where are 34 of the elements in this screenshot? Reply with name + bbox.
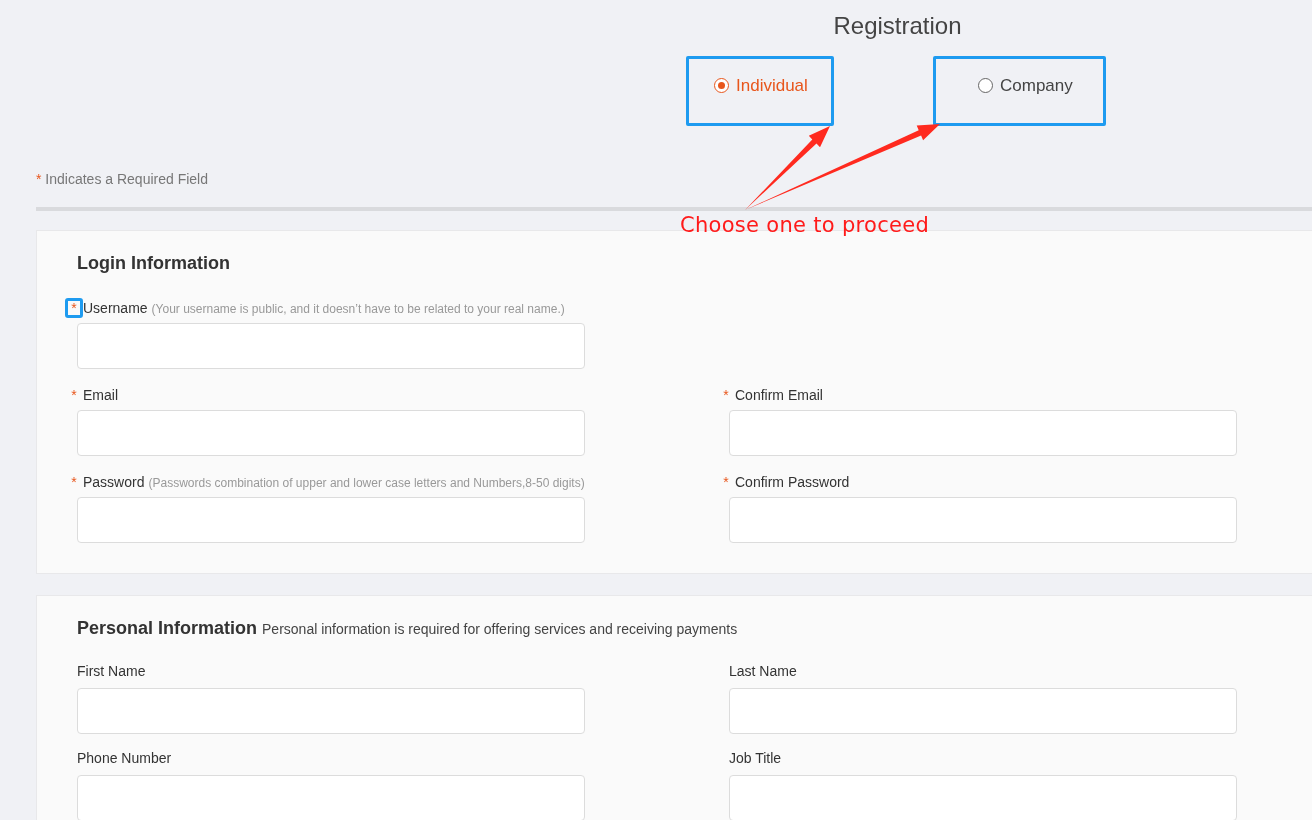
page-title: Registration [832, 12, 963, 40]
required-mark: * [70, 386, 78, 405]
input-field[interactable] [77, 688, 585, 734]
required-mark: * [722, 473, 730, 492]
required-mark: * [70, 473, 78, 492]
radio-icon[interactable] [714, 78, 729, 93]
input-field[interactable] [729, 688, 1237, 734]
field-label: Confirm Password [735, 474, 850, 490]
field-label: First Name [77, 663, 146, 679]
field-label: Last Name [729, 663, 797, 679]
input-field[interactable] [77, 497, 585, 543]
field-label: Confirm Email [735, 387, 823, 403]
field-label: Phone Number [77, 750, 172, 766]
section-title: Login Information [77, 253, 230, 274]
input-field[interactable] [729, 775, 1237, 820]
section-note: Personal information is required for offering services and receiving payments [262, 621, 738, 637]
required-mark: * [65, 298, 83, 318]
input-field[interactable] [729, 410, 1237, 456]
field-label: Password [83, 474, 145, 490]
radio-icon[interactable] [978, 78, 993, 93]
account-type-radio[interactable]: Company [933, 56, 1106, 126]
required-mark: * [722, 386, 730, 405]
field-hint: (Passwords combination of upper and lower case letters and Numbers,8-50 digits) [148, 476, 585, 490]
required-note: * Indicates a Required Field [36, 171, 209, 187]
input-field[interactable] [77, 410, 585, 456]
field-hint: (Your username is public, and it doesn’t have to be related to your real name.) [151, 302, 565, 316]
field-label: Username [83, 300, 148, 316]
annotation-text: Choose one to proceed [680, 213, 930, 237]
input-field[interactable] [77, 775, 585, 820]
section-title: Personal Information [77, 618, 258, 639]
field-label: Email [83, 387, 118, 403]
input-field[interactable] [729, 497, 1237, 543]
input-field[interactable] [77, 323, 585, 369]
field-label: Job Title [729, 750, 782, 766]
